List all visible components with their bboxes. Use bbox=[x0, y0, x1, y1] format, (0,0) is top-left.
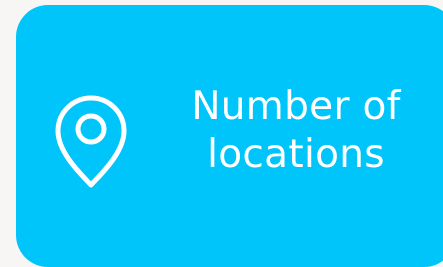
location-pin-icon bbox=[55, 95, 127, 188]
number-of-locations-card[interactable]: Number of locations bbox=[16, 5, 443, 267]
card-label-line-1: Number of bbox=[191, 84, 401, 129]
card-label-line-2: locations bbox=[207, 132, 385, 177]
card-label: Number of locations bbox=[171, 83, 421, 179]
